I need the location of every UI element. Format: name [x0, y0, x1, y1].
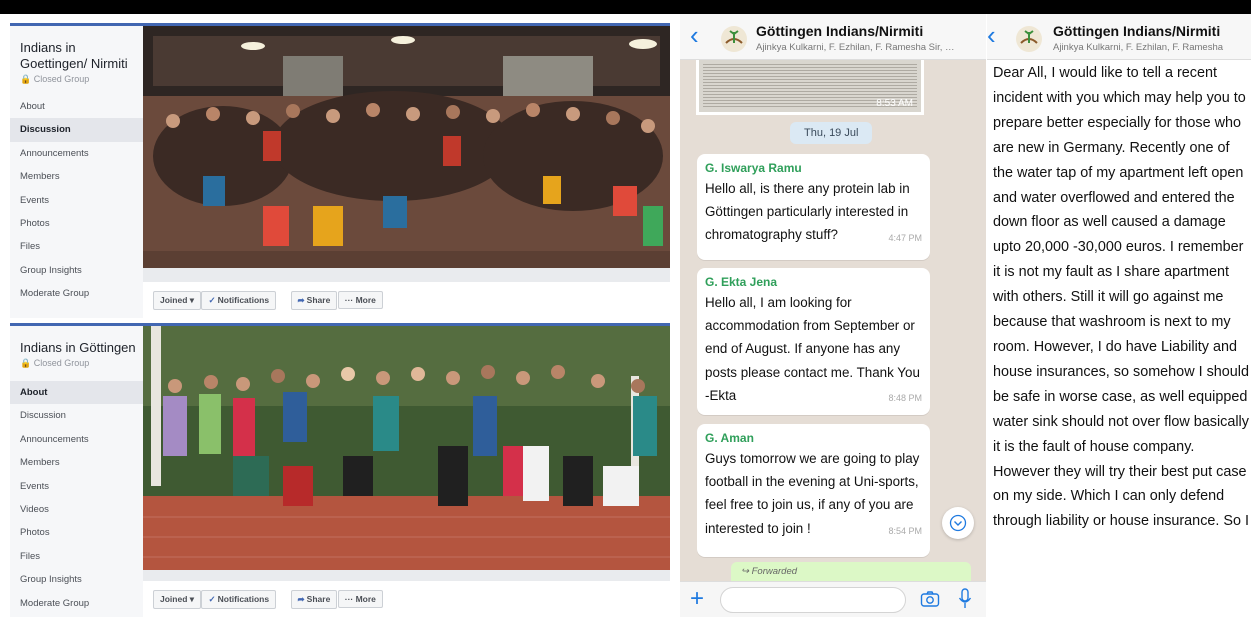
- newspaper-image-message[interactable]: 8:53 AM: [696, 60, 924, 115]
- group-avatar-icon[interactable]: [1015, 25, 1043, 53]
- long-message-text: Dear All, I would like to tell a recent …: [993, 65, 1249, 530]
- message-input-bar: +: [680, 581, 986, 617]
- message-bubble[interactable]: G. Ekta Jena Hello all, I am looking for…: [697, 268, 930, 415]
- chat-participants[interactable]: Ajinkya Kulkarni, F. Ezhilan, F. Ramesha: [1053, 42, 1249, 53]
- chat-header: ‹ Göttingen Indians/Nirmiti Ajinkya Kulk…: [987, 14, 1251, 60]
- group-sidebar: Indians in Göttingen 🔒 Closed Group Abou…: [10, 326, 143, 617]
- check-icon: ✓: [208, 594, 216, 604]
- group-privacy: 🔒 Closed Group: [20, 358, 90, 368]
- group-name[interactable]: Indians in Goettingen/ Nirmiti: [10, 26, 140, 72]
- scroll-down-icon: [949, 514, 967, 532]
- chat-participants[interactable]: Ajinkya Kulkarni, F. Ezhilan, F. Ramesha…: [756, 42, 956, 53]
- date-separator: Thu, 19 Jul: [790, 122, 873, 144]
- menu-item-members[interactable]: Members: [10, 451, 143, 474]
- plus-icon[interactable]: +: [690, 585, 704, 613]
- group-privacy: 🔒 Closed Group: [20, 74, 90, 84]
- forwarded-message[interactable]: ↪ Forwarded: [731, 562, 971, 582]
- message-bubble[interactable]: G. Iswarya Ramu Hello all, is there any …: [697, 154, 930, 260]
- message-bubble[interactable]: G. Aman Guys tomorrow we are going to pl…: [697, 424, 930, 557]
- group-name[interactable]: Indians in Göttingen: [10, 326, 140, 356]
- menu-item-group-insights[interactable]: Group Insights: [10, 568, 143, 591]
- menu-item-videos[interactable]: Videos: [10, 498, 143, 521]
- whatsapp-chat-panel-1: ‹ Göttingen Indians/Nirmiti Ajinkya Kulk…: [680, 14, 986, 617]
- menu-item-events[interactable]: Events: [10, 189, 143, 212]
- menu-item-events[interactable]: Events: [10, 475, 143, 498]
- menu-item-about[interactable]: About: [10, 95, 143, 118]
- menu-item-announcements[interactable]: Announcements: [10, 428, 143, 451]
- camera-icon[interactable]: [920, 590, 940, 608]
- menu-item-about[interactable]: About: [10, 381, 143, 405]
- notifications-button[interactable]: ✓ Notifications: [201, 590, 277, 609]
- share-arrow-icon: ➦: [297, 295, 305, 305]
- menu-item-members[interactable]: Members: [10, 165, 143, 188]
- group-menu: About Discussion Announcements Members E…: [10, 381, 143, 615]
- group-menu: About Discussion Announcements Members E…: [10, 95, 143, 306]
- share-button[interactable]: ➦ Share: [290, 590, 338, 609]
- menu-item-photos[interactable]: Photos: [10, 521, 143, 544]
- facebook-group-panel-2: Indians in Göttingen 🔒 Closed Group Abou…: [10, 323, 670, 617]
- chat-title[interactable]: Göttingen Indians/Nirmiti: [1053, 23, 1220, 39]
- message-input[interactable]: [720, 587, 906, 613]
- message-time: 8:53 AM: [876, 98, 913, 109]
- back-chevron-icon[interactable]: ‹: [987, 22, 996, 48]
- back-chevron-icon[interactable]: ‹: [690, 22, 699, 48]
- group-sidebar: Indians in Goettingen/ Nirmiti 🔒 Closed …: [10, 26, 143, 318]
- chat-title[interactable]: Göttingen Indians/Nirmiti: [756, 23, 923, 39]
- group-avatar-icon[interactable]: [720, 25, 748, 53]
- scroll-down-button[interactable]: [942, 507, 974, 539]
- share-arrow-icon: ➦: [297, 594, 305, 604]
- group-action-bar: Joined ▾ ✓ Notifications ➦ Share ··· More: [143, 581, 670, 617]
- menu-item-files[interactable]: Files: [10, 235, 143, 258]
- menu-item-group-insights[interactable]: Group Insights: [10, 259, 143, 282]
- message-text: Hello all, I am looking for accommodatio…: [705, 295, 920, 403]
- facebook-group-panel-1: Indians in Goettingen/ Nirmiti 🔒 Closed …: [10, 23, 670, 318]
- more-button[interactable]: ··· More: [337, 291, 383, 309]
- share-button[interactable]: ➦ Share: [290, 291, 338, 310]
- message-time: 8:48 PM: [888, 393, 922, 404]
- chat-header: ‹ Göttingen Indians/Nirmiti Ajinkya Kulk…: [680, 14, 986, 60]
- menu-item-photos[interactable]: Photos: [10, 212, 143, 235]
- menu-item-moderate-group[interactable]: Moderate Group: [10, 282, 143, 305]
- group-cover-photo[interactable]: [143, 326, 670, 570]
- group-action-bar: Joined ▾ ✓ Notifications ➦ Share ··· More: [143, 282, 670, 318]
- menu-item-moderate-group[interactable]: Moderate Group: [10, 592, 143, 615]
- group-cover-photo[interactable]: [143, 26, 670, 268]
- notifications-button[interactable]: ✓ Notifications: [201, 291, 277, 310]
- message-sender[interactable]: G. Aman: [705, 430, 922, 447]
- whatsapp-chat-panel-2: ‹ Göttingen Indians/Nirmiti Ajinkya Kulk…: [987, 14, 1251, 617]
- screen-top-bar: [0, 0, 1251, 14]
- menu-item-discussion[interactable]: Discussion: [10, 404, 143, 427]
- microphone-icon[interactable]: [958, 588, 972, 610]
- check-icon: ✓: [208, 295, 216, 305]
- menu-item-files[interactable]: Files: [10, 545, 143, 568]
- joined-button[interactable]: Joined ▾: [153, 590, 202, 609]
- joined-button[interactable]: Joined ▾: [153, 291, 202, 310]
- message-sender[interactable]: G. Iswarya Ramu: [705, 160, 922, 177]
- menu-item-announcements[interactable]: Announcements: [10, 142, 143, 165]
- more-button[interactable]: ··· More: [337, 590, 383, 608]
- message-sender[interactable]: G. Ekta Jena: [705, 274, 922, 291]
- menu-item-discussion[interactable]: Discussion: [10, 118, 143, 142]
